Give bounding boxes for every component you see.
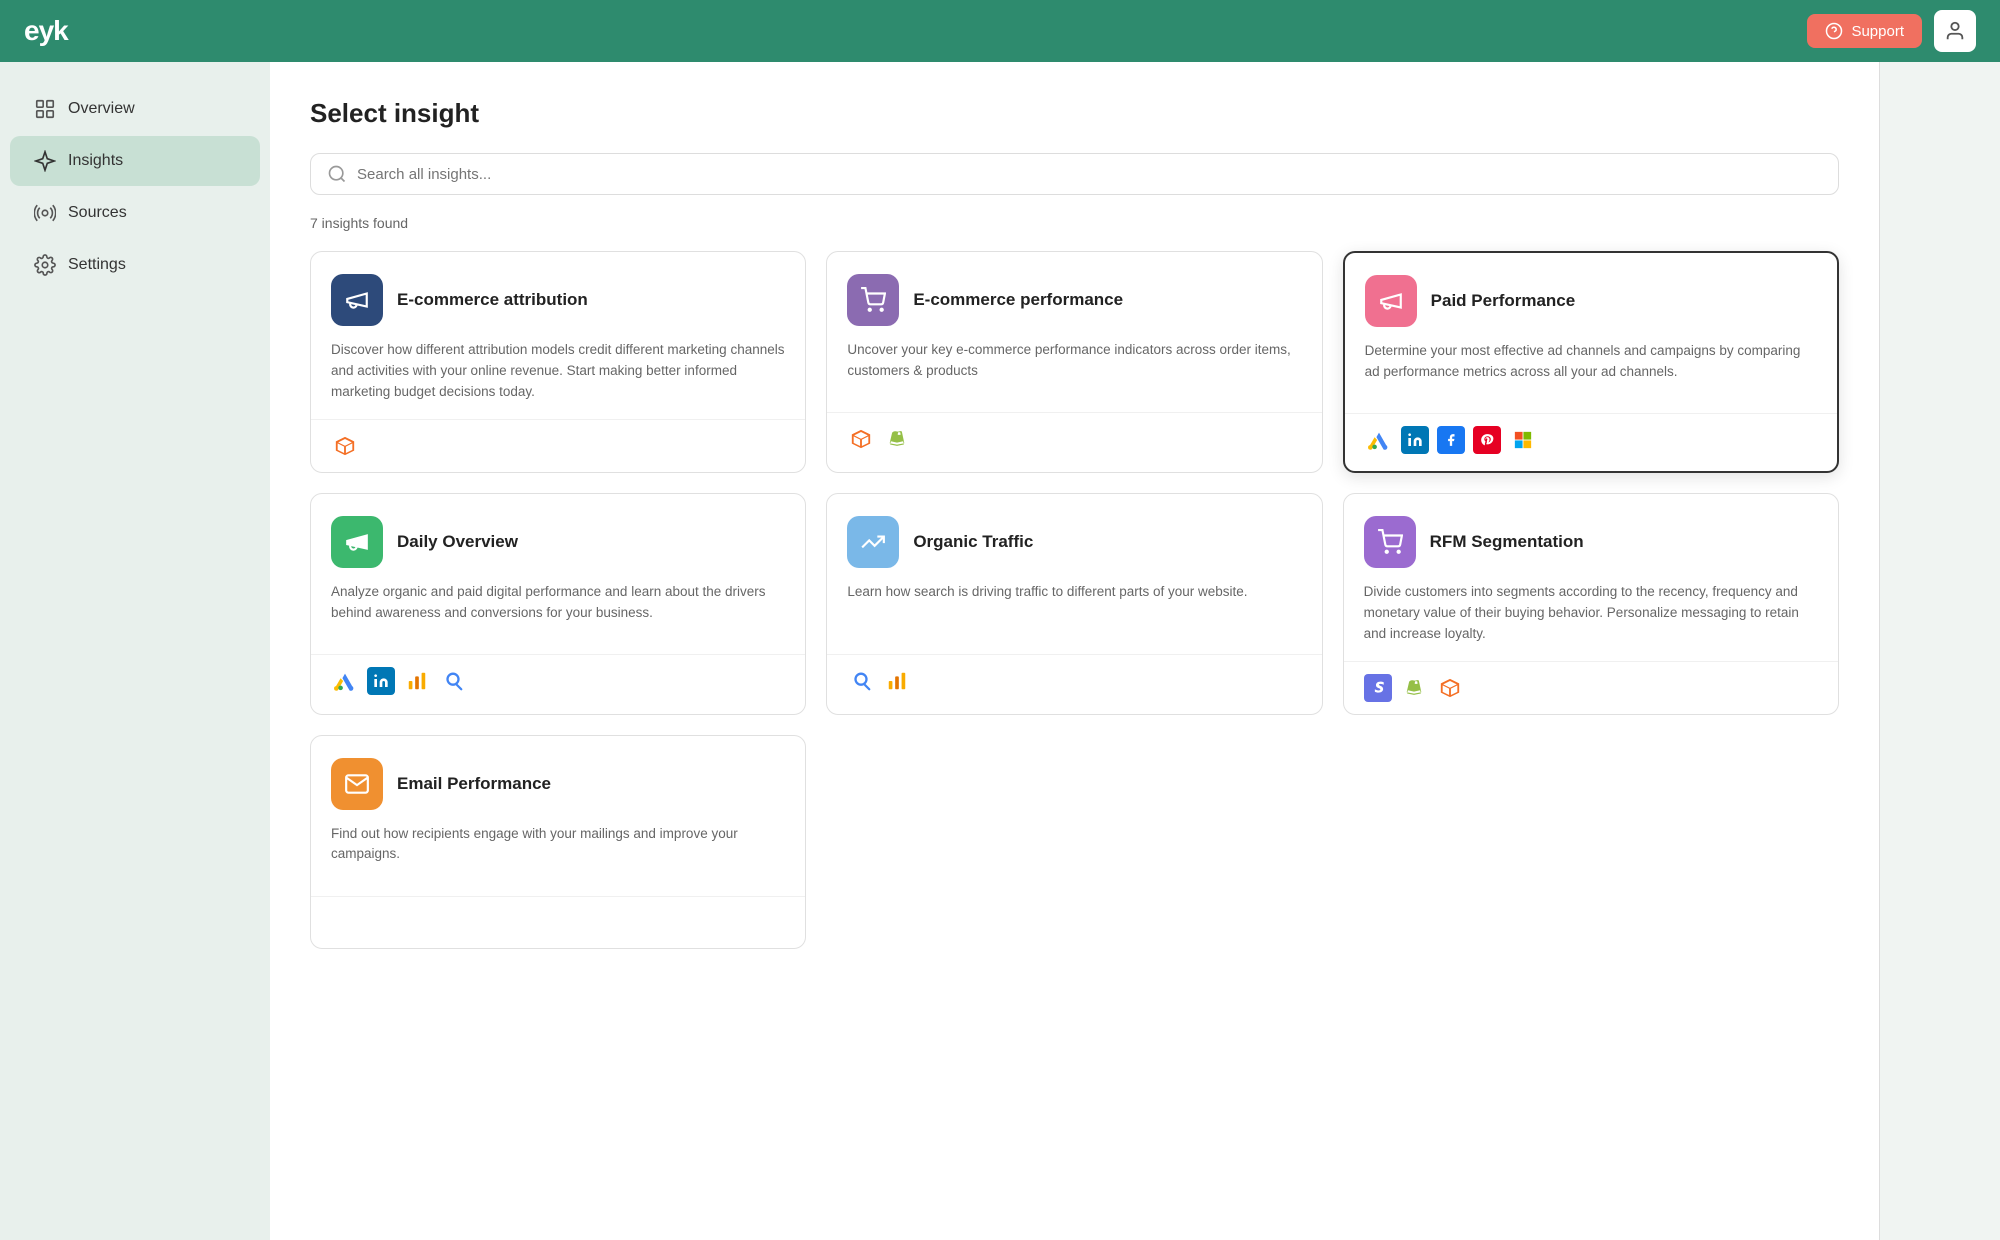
broadcast-icon — [34, 202, 56, 224]
google-ads-icon — [1365, 426, 1393, 454]
card-title: Organic Traffic — [913, 532, 1033, 552]
microsoft-icon — [1509, 426, 1537, 454]
card-icon — [847, 274, 899, 326]
card-icon — [331, 274, 383, 326]
header: eyk Support — [0, 0, 2000, 62]
card-icon — [1365, 275, 1417, 327]
magento-icon — [847, 425, 875, 453]
magento2-icon — [1436, 674, 1464, 702]
card-header: Daily Overview — [331, 516, 785, 568]
card-daily-overview[interactable]: Daily Overview Analyze organic and paid … — [310, 493, 806, 715]
card-rfm-segmentation[interactable]: RFM Segmentation Divide customers into s… — [1343, 493, 1839, 715]
search-input[interactable] — [357, 166, 1822, 183]
card-icon — [331, 758, 383, 810]
support-button[interactable]: Support — [1807, 14, 1922, 48]
sidebar-item-insights[interactable]: Insights — [10, 136, 260, 186]
email-icon — [344, 771, 370, 797]
card-header: RFM Segmentation — [1364, 516, 1818, 568]
shopify-icon — [883, 425, 911, 453]
shopping-cart-icon — [1377, 529, 1403, 555]
card-paid-performance[interactable]: Paid Performance Determine your most eff… — [1343, 251, 1839, 473]
card-title: E-commerce performance — [913, 290, 1123, 310]
card-title: E-commerce attribution — [397, 290, 588, 310]
card-header: Paid Performance — [1365, 275, 1817, 327]
card-footer — [1345, 413, 1837, 466]
card-header: Organic Traffic — [847, 516, 1301, 568]
shopping-cart-icon — [860, 287, 886, 313]
card-body: E-commerce attribution Discover how diff… — [311, 252, 805, 419]
card-title: Email Performance — [397, 774, 551, 794]
card-body: E-commerce performance Uncover your key … — [827, 252, 1321, 412]
google-search-console-icon — [847, 667, 875, 695]
google-ads-icon — [331, 667, 359, 695]
main-layout: Overview Insights Sources Settings Se — [0, 62, 2000, 1240]
sidebar-item-overview[interactable]: Overview — [10, 84, 260, 134]
card-icon — [331, 516, 383, 568]
card-description: Divide customers into segments according… — [1364, 582, 1818, 645]
linkedin-icon — [1401, 426, 1429, 454]
card-grid: E-commerce attribution Discover how diff… — [310, 251, 1839, 949]
card-description: Learn how search is driving traffic to d… — [847, 582, 1301, 603]
ga4-bar-icon — [883, 667, 911, 695]
user-icon — [1944, 20, 1966, 42]
linkedin-icon — [367, 667, 395, 695]
card-title: Paid Performance — [1431, 291, 1576, 311]
card-body: Daily Overview Analyze organic and paid … — [311, 494, 805, 654]
card-icon — [847, 516, 899, 568]
sidebar-item-sources[interactable]: Sources — [10, 188, 260, 238]
google-search-console-icon — [439, 667, 467, 695]
gear-icon — [34, 254, 56, 276]
shopify-icon — [1400, 674, 1428, 702]
user-button[interactable] — [1934, 10, 1976, 52]
right-panel — [1880, 62, 2000, 1240]
card-title: RFM Segmentation — [1430, 532, 1584, 552]
page-title: Select insight — [310, 98, 1839, 129]
grid-icon — [34, 98, 56, 120]
header-actions: Support — [1807, 10, 1976, 52]
question-circle-icon — [1825, 22, 1843, 40]
card-body: RFM Segmentation Divide customers into s… — [1344, 494, 1838, 661]
card-header: Email Performance — [331, 758, 785, 810]
card-ecommerce-performance[interactable]: E-commerce performance Uncover your key … — [826, 251, 1322, 473]
card-icon — [1364, 516, 1416, 568]
card-footer — [827, 654, 1321, 707]
card-body: Paid Performance Determine your most eff… — [1345, 253, 1837, 413]
card-ecommerce-attribution[interactable]: E-commerce attribution Discover how diff… — [310, 251, 806, 473]
sparkle-icon — [34, 150, 56, 172]
sidebar-item-settings[interactable]: Settings — [10, 240, 260, 290]
card-description: Uncover your key e-commerce performance … — [847, 340, 1301, 382]
card-footer — [311, 896, 805, 948]
card-body: Email Performance Find out how recipient… — [311, 736, 805, 896]
card-description: Find out how recipients engage with your… — [331, 824, 785, 866]
card-header: E-commerce attribution — [331, 274, 785, 326]
results-count: 7 insights found — [310, 215, 1839, 231]
card-body: Organic Traffic Learn how search is driv… — [827, 494, 1321, 654]
card-footer — [1344, 661, 1838, 714]
pinterest-icon — [1473, 426, 1501, 454]
megaphone-icon — [1378, 288, 1404, 314]
card-header: E-commerce performance — [847, 274, 1301, 326]
search-icon — [327, 164, 347, 184]
facebook-icon — [1437, 426, 1465, 454]
card-footer — [827, 412, 1321, 465]
card-title: Daily Overview — [397, 532, 518, 552]
ga4-icon — [403, 667, 431, 695]
content-area: Select insight 7 insights found — [270, 62, 1880, 1240]
card-description: Determine your most effective ad channel… — [1365, 341, 1817, 383]
megaphone-filled-icon — [344, 529, 370, 555]
card-description: Discover how different attribution model… — [331, 340, 785, 403]
search-bar — [310, 153, 1839, 195]
logo: eyk — [24, 15, 68, 47]
trend-icon — [860, 529, 886, 555]
stripe-icon — [1364, 674, 1392, 702]
megaphone-icon — [344, 287, 370, 313]
card-organic-traffic[interactable]: Organic Traffic Learn how search is driv… — [826, 493, 1322, 715]
magento-icon — [331, 432, 359, 460]
card-footer — [311, 419, 805, 472]
card-description: Analyze organic and paid digital perform… — [331, 582, 785, 624]
card-email-performance[interactable]: Email Performance Find out how recipient… — [310, 735, 806, 949]
card-footer — [311, 654, 805, 707]
sidebar: Overview Insights Sources Settings — [0, 62, 270, 1240]
